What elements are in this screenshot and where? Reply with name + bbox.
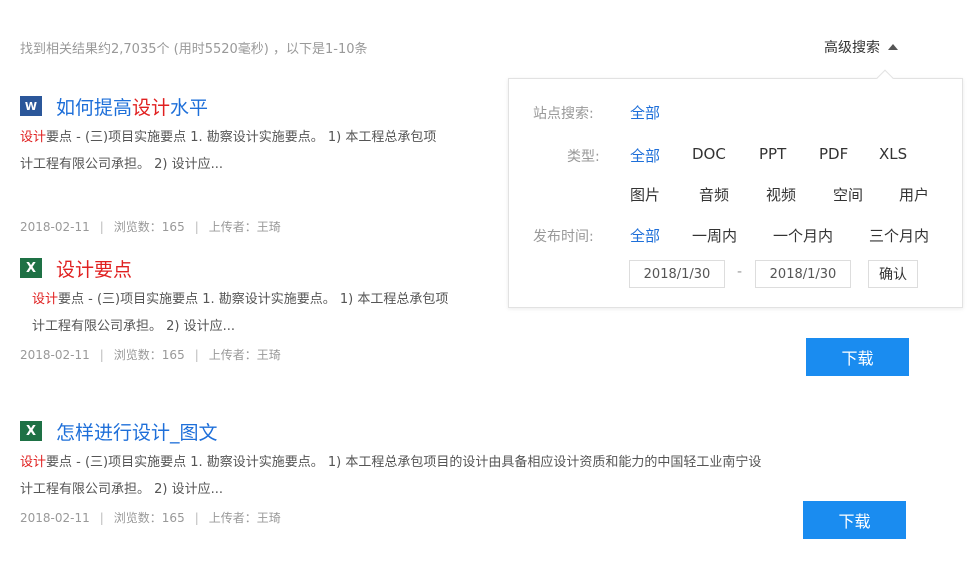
date-from-input[interactable]: [629, 260, 725, 288]
type-option-all[interactable]: 全部: [630, 145, 660, 166]
result-snippet: 设计要点 - (三)项目实施要点 1. 勘察设计实施要点。 1) 本工程总承包项…: [20, 455, 762, 497]
type-option-audio[interactable]: 音频: [699, 184, 729, 205]
site-search-label: 站点搜索:: [533, 106, 594, 122]
type-option-image[interactable]: 图片: [630, 184, 660, 205]
result-meta: 2018-02-11 | 浏览数：165 | 上传者：王琦: [20, 348, 281, 362]
result-meta: 2018-02-11 | 浏览数：165 | 上传者：王琦: [20, 511, 281, 525]
type-option-space[interactable]: 空间: [833, 184, 863, 205]
word-file-icon: W: [20, 96, 42, 116]
result-title-link[interactable]: 怎样进行设计_图文: [56, 418, 218, 445]
download-button[interactable]: 下载: [803, 501, 906, 539]
type-option-pdf[interactable]: PDF: [819, 145, 848, 163]
type-option-user[interactable]: 用户: [899, 184, 929, 205]
type-option-doc[interactable]: DOC: [692, 145, 726, 163]
result-title-link[interactable]: 设计要点: [56, 255, 132, 282]
caret-up-icon: [888, 44, 898, 50]
excel-file-icon: X: [20, 421, 42, 441]
advanced-search-panel: 站点搜索: 全部 类型: 全部 DOC PPT PDF XLS 图片 音频 视频…: [508, 69, 963, 308]
panel-arrow: [876, 69, 894, 87]
advanced-search-toggle[interactable]: 高级搜索: [824, 37, 898, 57]
advanced-search-label: 高级搜索: [824, 40, 880, 56]
type-option-video[interactable]: 视频: [766, 184, 796, 205]
date-confirm-button[interactable]: 确认: [868, 260, 918, 288]
publish-time-label: 发布时间:: [533, 229, 594, 245]
time-option-three-months[interactable]: 三个月内: [869, 225, 929, 246]
time-option-all[interactable]: 全部: [630, 225, 660, 246]
excel-file-icon: X: [20, 258, 42, 278]
time-option-month[interactable]: 一个月内: [773, 225, 833, 246]
type-option-ppt[interactable]: PPT: [759, 145, 786, 163]
type-label: 类型:: [567, 149, 600, 165]
results-summary: 找到相关结果约2,7035个 (用时5520毫秒) ，以下是1-10条: [20, 42, 368, 57]
date-to-input[interactable]: [755, 260, 851, 288]
download-button[interactable]: 下载: [806, 338, 909, 376]
time-option-week[interactable]: 一周内: [692, 225, 737, 246]
site-option-all[interactable]: 全部: [630, 102, 660, 123]
date-range-dash: -: [737, 264, 743, 280]
type-option-xls[interactable]: XLS: [879, 145, 907, 163]
result-item: X 怎样进行设计_图文 设计要点 - (三)项目实施要点 1. 勘察设计实施要点…: [20, 419, 920, 526]
result-title-link[interactable]: 如何提高设计水平: [56, 93, 208, 120]
